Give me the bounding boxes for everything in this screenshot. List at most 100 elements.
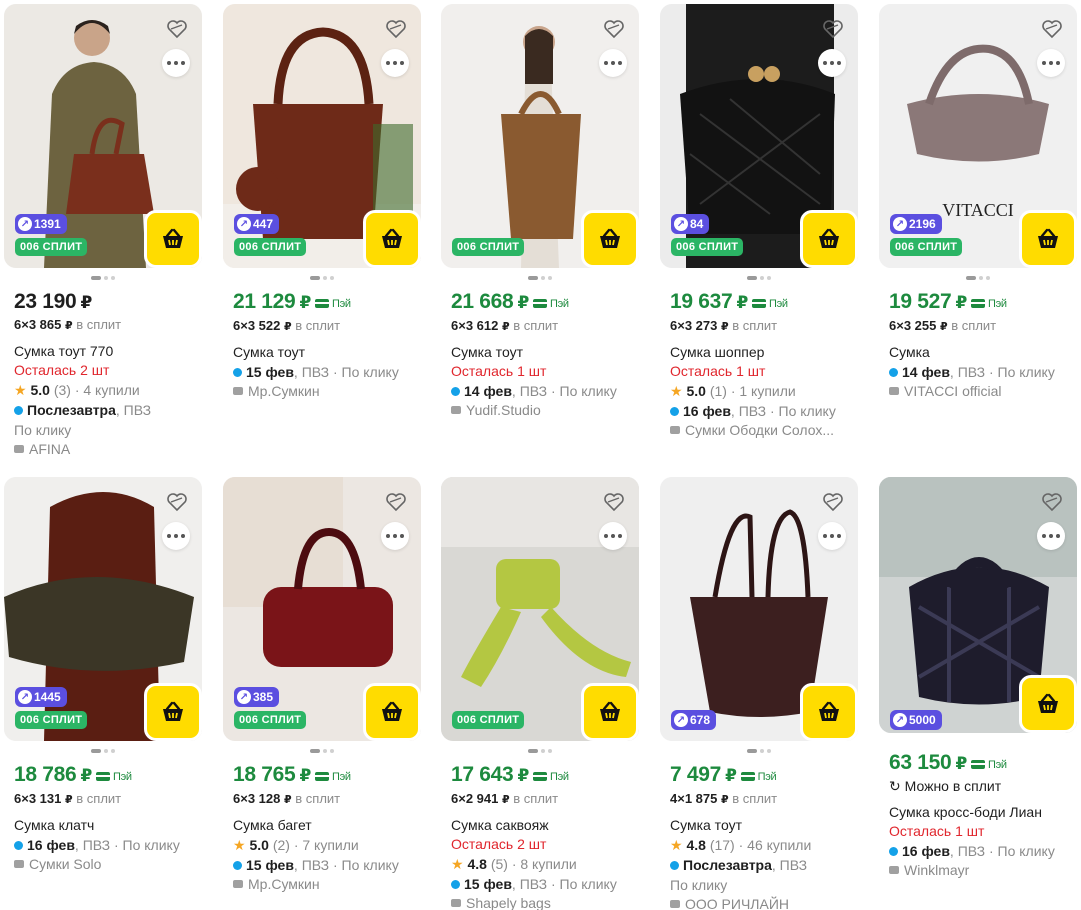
split-installment: 6×3 865 ₽ в сплит — [14, 317, 122, 332]
product-card[interactable]: ↗ 1445 006 СПЛИТ 18 786 ₽ Пэй 6×3 131 ₽ в с… — [4, 477, 202, 874]
product-image[interactable]: ↗ 1445 006 СПЛИТ — [4, 477, 202, 741]
shop-icon — [670, 425, 680, 434]
add-to-cart-button[interactable] — [800, 210, 858, 268]
product-image[interactable]: ↗ 678 — [660, 477, 858, 741]
basket-icon — [600, 228, 620, 248]
price: 19 527 ₽ Пэй — [889, 290, 1067, 316]
more-options-button[interactable] — [1037, 522, 1065, 550]
delivery-dot-icon — [670, 860, 679, 870]
plus-cashback-badge: ↗ 1445 — [15, 687, 67, 707]
product-card[interactable]: ↗ 1391 006 СПЛИТ 23 190 ₽ 6×3 865 ₽ в спл… — [4, 4, 202, 459]
favorite-icon[interactable] — [601, 16, 627, 42]
more-options-button[interactable] — [162, 522, 190, 550]
image-pager — [4, 271, 202, 285]
rating: ★ 5.0 (3) · 4 купили — [14, 382, 140, 398]
add-to-cart-button[interactable] — [144, 683, 202, 741]
add-to-cart-button[interactable] — [800, 683, 858, 741]
more-options-button[interactable] — [818, 49, 846, 77]
favorite-icon[interactable] — [383, 489, 409, 515]
shop-name[interactable]: Сумки Solo — [14, 855, 192, 874]
add-to-cart-button[interactable] — [1019, 210, 1077, 268]
more-options-button[interactable] — [818, 522, 846, 550]
plus-cashback-badge: ↗ 84 — [671, 214, 710, 234]
plus-points: 1391 — [34, 217, 61, 231]
favorite-icon[interactable] — [1039, 16, 1065, 42]
product-title[interactable]: Сумка тоут — [233, 343, 411, 362]
favorite-icon[interactable] — [1039, 489, 1065, 515]
shop-name[interactable]: Shapely bags — [451, 894, 629, 910]
card-icon — [95, 772, 110, 781]
add-to-cart-button[interactable] — [1019, 675, 1077, 733]
product-card[interactable]: 006 СПЛИТ 17 643 ₽ Пэй 6×2 941 ₽ в сплит С… — [441, 477, 639, 910]
product-image[interactable]: VITACCI ↗ 2196 006 СПЛИТ — [879, 4, 1077, 268]
product-title[interactable]: Сумка клатч — [14, 816, 192, 835]
product-title[interactable]: Сумка тоут — [670, 816, 848, 835]
product-card[interactable]: ↗ 5000 63 150 ₽ Пэй ↻ Можно в сплит Сумка к… — [879, 477, 1077, 880]
favorite-icon[interactable] — [164, 489, 190, 515]
add-to-cart-button[interactable] — [581, 683, 639, 741]
price: 18 765 ₽ Пэй — [233, 763, 411, 789]
price: 23 190 ₽ — [14, 290, 92, 313]
pay-tag: Пэй — [751, 292, 788, 316]
product-image[interactable]: ↗ 84 006 СПЛИТ — [660, 4, 858, 268]
product-image[interactable]: ↗ 1391 006 СПЛИТ — [4, 4, 202, 268]
delivery-dot-icon — [14, 840, 23, 850]
plus-icon: ↗ — [237, 690, 251, 704]
product-card[interactable]: ↗ 447 006 СПЛИТ 21 129 ₽ Пэй 6×3 522 ₽ в сп… — [223, 4, 421, 401]
product-image[interactable]: 006 СПЛИТ — [441, 4, 639, 268]
product-title[interactable]: Сумка тоут 770 — [14, 342, 192, 361]
pay-tag: Пэй — [970, 753, 1007, 777]
product-card[interactable]: ↗ 678 7 497 ₽ Пэй 4×1 875 ₽ в сплит Сумка т… — [660, 477, 858, 910]
product-image[interactable]: ↗ 5000 — [879, 477, 1077, 733]
product-image[interactable]: ↗ 447 006 СПЛИТ — [223, 4, 421, 268]
plus-cashback-badge: ↗ 2196 — [890, 214, 942, 234]
product-card[interactable]: VITACCI ↗ 2196 006 СПЛИТ 19 527 ₽ Пэй 6×3 2… — [879, 4, 1077, 401]
delivery-dot-icon — [889, 846, 898, 856]
shop-name[interactable]: Yudif.Studio — [451, 401, 629, 420]
product-card[interactable]: 006 СПЛИТ 21 668 ₽ Пэй 6×3 612 ₽ в сплит С… — [441, 4, 639, 420]
more-options-button[interactable] — [599, 49, 627, 77]
split-badge: 006 СПЛИТ — [452, 238, 525, 256]
shop-name[interactable]: VITACCI official — [889, 382, 1067, 401]
delivery-dot-icon — [14, 406, 23, 415]
favorite-icon[interactable] — [820, 16, 846, 42]
more-options-button[interactable] — [381, 522, 409, 550]
card-icon — [970, 299, 985, 308]
favorite-icon[interactable] — [820, 489, 846, 515]
shop-name[interactable]: Мр.Сумкин — [233, 382, 411, 401]
product-title[interactable]: Сумка тоут — [451, 343, 629, 362]
basket-icon — [600, 701, 620, 721]
product-image[interactable]: 006 СПЛИТ — [441, 477, 639, 741]
product-card[interactable]: ↗ 84 006 СПЛИТ 19 637 ₽ Пэй 6×3 273 ₽ в спл… — [660, 4, 858, 440]
more-options-button[interactable] — [381, 49, 409, 77]
more-options-button[interactable] — [1037, 49, 1065, 77]
product-image[interactable]: ↗ 385 006 СПЛИТ — [223, 477, 421, 741]
more-options-button[interactable] — [162, 49, 190, 77]
plus-cashback-badge: ↗ 385 — [234, 687, 280, 707]
add-to-cart-button[interactable] — [144, 210, 202, 268]
product-card[interactable]: ↗ 385 006 СПЛИТ 18 765 ₽ Пэй 6×3 128 ₽ в сп… — [223, 477, 421, 894]
more-options-button[interactable] — [599, 522, 627, 550]
add-to-cart-button[interactable] — [363, 683, 421, 741]
product-title[interactable]: Сумка багет — [233, 816, 411, 835]
favorite-icon[interactable] — [383, 16, 409, 42]
shop-name[interactable]: Мр.Сумкин — [233, 875, 411, 894]
product-title[interactable]: Сумка кросс-боди Лиан — [889, 803, 1067, 822]
product-title[interactable]: Сумка шоппер — [670, 343, 848, 362]
shop-name[interactable]: AFINA — [14, 440, 192, 459]
basket-icon — [382, 228, 402, 248]
add-to-cart-button[interactable] — [363, 210, 421, 268]
shop-icon — [889, 865, 899, 874]
pay-tag: Пэй — [314, 292, 351, 316]
product-title[interactable]: Сумка саквояж — [451, 816, 629, 835]
shop-name[interactable]: ООО РИЧЛАЙН — [670, 895, 848, 910]
plus-icon: ↗ — [237, 217, 251, 231]
add-to-cart-button[interactable] — [581, 210, 639, 268]
split-installment: 6×2 941 ₽ в сплит — [451, 790, 559, 806]
split-installment: 6×3 612 ₽ в сплит — [451, 317, 559, 333]
favorite-icon[interactable] — [164, 16, 190, 42]
shop-name[interactable]: Сумки Ободки Солох... — [670, 421, 848, 440]
shop-name[interactable]: Winklmayr — [889, 861, 1067, 880]
product-title[interactable]: Сумка — [889, 343, 1067, 362]
favorite-icon[interactable] — [601, 489, 627, 515]
